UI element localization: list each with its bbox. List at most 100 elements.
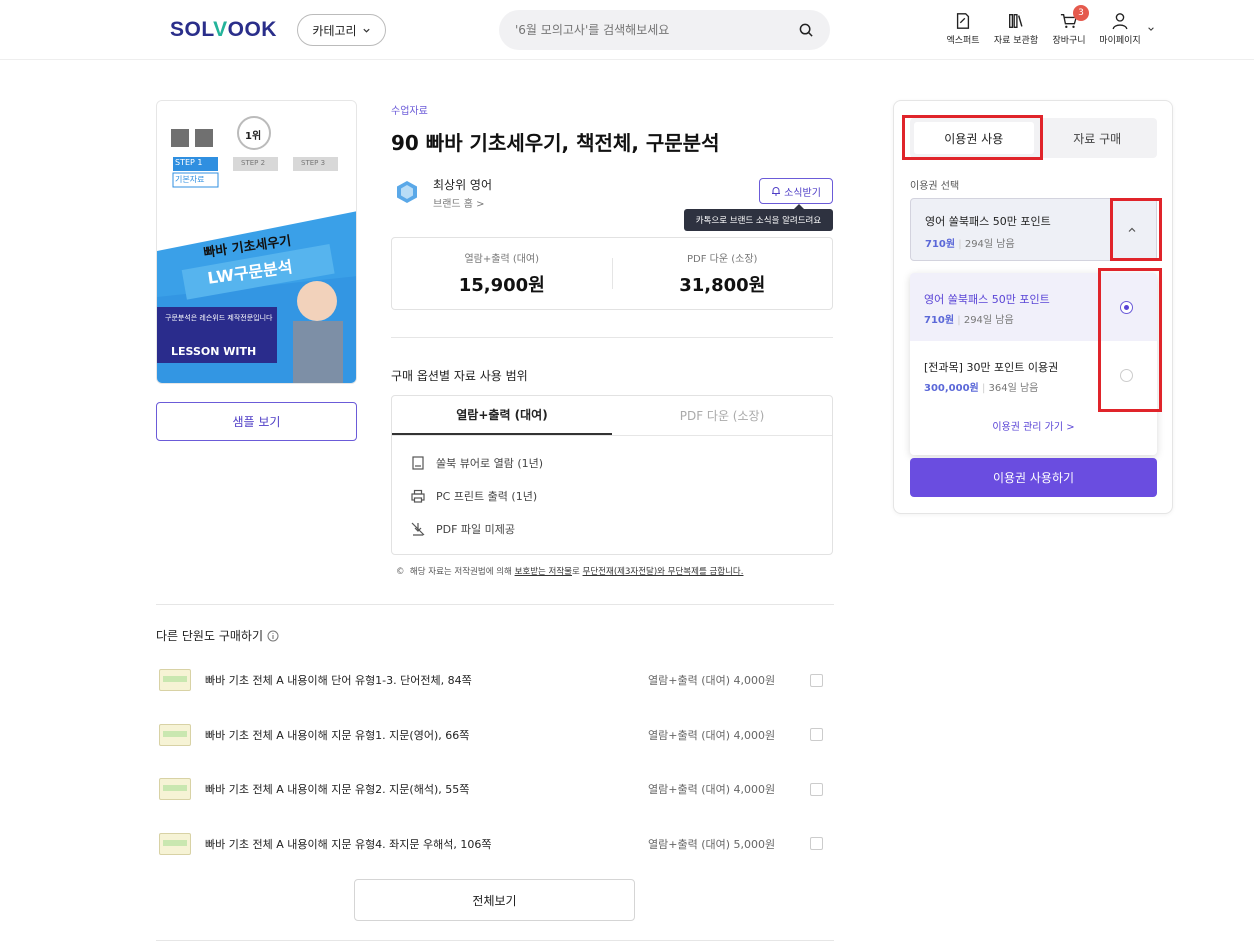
unit-checkbox[interactable] xyxy=(810,837,823,851)
logo-text-2: V xyxy=(213,18,228,41)
library-nav[interactable]: 자료 보관함 xyxy=(986,12,1046,46)
usage-range-title: 구매 옵션별 자료 사용 범위 xyxy=(391,369,528,383)
mypage-label: 마이페이지 xyxy=(1099,36,1141,46)
pass-option-1-points: 710원 xyxy=(924,315,955,326)
unit-name: 빠바 기초 전체 A 내용이해 지문 유형1. 지문(영어), 66쪽 xyxy=(205,728,470,742)
unit-thumbnail xyxy=(159,832,191,855)
cover-rank: 1위 xyxy=(245,131,262,142)
sample-view-button[interactable]: 샘플 보기 xyxy=(156,402,357,441)
chevron-down-icon[interactable] xyxy=(1147,25,1155,33)
selected-pass-meta: 710원 | 294일 남음 xyxy=(925,235,1015,250)
highlight-box-tab xyxy=(902,115,1043,160)
bell-icon xyxy=(772,187,781,196)
price-pdf: PDF 다운 (소장) 31,800원 xyxy=(613,238,833,309)
no-download-icon xyxy=(411,522,425,536)
brand-name[interactable]: 최상위 영어 xyxy=(433,176,492,193)
tab-pdf[interactable]: PDF 다운 (소장) xyxy=(612,396,832,435)
pass-option-2-name: [전과목] 30만 포인트 이용권 xyxy=(924,361,1059,374)
list-item[interactable]: 빠바 기초 전체 A 내용이해 지문 유형1. 지문(영어), 66쪽 열람+출… xyxy=(156,708,834,763)
copyright-text-1: 해당 자료는 저작권법에 의해 xyxy=(409,567,515,577)
unit-thumbnail xyxy=(159,669,191,692)
unit-price: 열람+출력 (대여) 4,000원 xyxy=(648,674,776,688)
unit-price: 열람+출력 (대여) 4,000원 xyxy=(648,728,776,742)
info-icon[interactable] xyxy=(267,630,279,642)
unit-checkbox[interactable] xyxy=(810,782,823,796)
unit-price: 열람+출력 (대여) 4,000원 xyxy=(648,783,776,797)
copyright-link-1[interactable]: 보호받는 저작물 xyxy=(515,567,572,577)
section-divider xyxy=(156,940,834,941)
usage-range-box: 열람+출력 (대여) PDF 다운 (소장) 쏠북 뷰어로 열람 (1년) PC… xyxy=(391,395,833,555)
usage-item-print-label: PC 프린트 출력 (1년) xyxy=(436,489,538,503)
logo-text-1: SOL xyxy=(170,18,214,41)
pass-select-label: 이용권 선택 xyxy=(910,181,960,192)
meta-separator: | xyxy=(981,383,986,394)
cover-brand-text: 구문분석은 레슨위드 제작전문입니다 xyxy=(165,314,273,322)
other-units-title: 다른 단원도 구매하기 xyxy=(156,627,279,644)
usage-item-viewer-label: 쏠북 뷰어로 열람 (1년) xyxy=(436,456,544,470)
list-item[interactable]: 빠바 기초 전체 A 내용이해 지문 유형2. 지문(해석), 55쪽 열람+출… xyxy=(156,762,834,817)
meta-separator: | xyxy=(958,239,962,250)
unit-name: 빠바 기초 전체 A 내용이해 단어 유형1-3. 단어전체, 84쪽 xyxy=(205,674,472,688)
category-label: 카테고리 xyxy=(312,23,357,38)
price-rental-value: 15,900원 xyxy=(458,275,545,296)
product-title: 90 빠바 기초세우기, 책전체, 구문분석 xyxy=(391,131,720,155)
chevron-down-icon xyxy=(362,28,370,33)
meta-separator: | xyxy=(957,315,961,326)
search-bar[interactable] xyxy=(499,10,830,50)
book-icon xyxy=(412,455,424,470)
cover-step2: STEP 2 xyxy=(241,159,266,167)
manage-pass-link[interactable]: 이용권 관리 가기 > xyxy=(910,418,1157,433)
usage-item-pdf-label: PDF 파일 미제공 xyxy=(436,522,516,536)
tab-buy-material[interactable]: 자료 구매 xyxy=(1038,118,1158,158)
price-rental: 열람+출력 (대여) 15,900원 xyxy=(392,238,612,309)
copyright-notice: © 해당 자료는 저작권법에 의해 보호받는 저작물로 무단전재(제3자전달)와… xyxy=(396,565,743,577)
highlight-box-radios xyxy=(1098,268,1162,412)
solvook-logo[interactable]: SOLVOOK xyxy=(170,18,277,42)
use-pass-button[interactable]: 이용권 사용하기 xyxy=(910,458,1157,497)
category-button[interactable]: 카테고리 xyxy=(297,14,386,46)
usage-item-pdf: PDF 파일 미제공 xyxy=(392,512,832,545)
unit-name: 빠바 기초 전체 A 내용이해 지문 유형4. 좌지문 우해석, 106쪽 xyxy=(205,837,492,851)
pass-option-2-points: 300,000원 xyxy=(924,383,979,394)
highlight-box-chevron xyxy=(1110,198,1162,261)
notify-label: 소식받기 xyxy=(784,187,821,199)
view-all-button[interactable]: 전체보기 xyxy=(354,879,635,921)
product-category[interactable]: 수업자료 xyxy=(391,102,428,117)
search-input[interactable] xyxy=(515,23,799,37)
unit-name: 빠바 기초 전체 A 내용이해 지문 유형2. 지문(해석), 55쪽 xyxy=(205,783,470,797)
unit-thumbnail xyxy=(159,778,191,801)
brand-logo-icon[interactable] xyxy=(395,180,419,204)
list-item[interactable]: 빠바 기초 전체 A 내용이해 단어 유형1-3. 단어전체, 84쪽 열람+출… xyxy=(156,653,834,708)
cover-lesson-with: LESSON WITH xyxy=(171,345,257,358)
tab-rental[interactable]: 열람+출력 (대여) xyxy=(392,396,612,435)
unit-checkbox[interactable] xyxy=(810,728,823,742)
brand-home-link[interactable]: 브랜드 홈 > xyxy=(433,195,485,210)
usage-range-tabs: 열람+출력 (대여) PDF 다운 (소장) xyxy=(392,396,832,436)
price-box: 열람+출력 (대여) 15,900원 PDF 다운 (소장) 31,800원 xyxy=(391,237,833,310)
notify-tooltip: 카톡으로 브랜드 소식을 알려드려요 xyxy=(684,204,833,231)
list-item[interactable]: 빠바 기초 전체 A 내용이해 지문 유형4. 좌지문 우해석, 106쪽 열람… xyxy=(156,817,834,872)
cart-count-badge: 3 xyxy=(1073,5,1089,21)
library-icon xyxy=(1009,14,1023,28)
logo-text-3: OOK xyxy=(227,18,277,41)
mypage-nav[interactable]: 마이페이지 xyxy=(1090,12,1150,46)
cover-step1: STEP 1 xyxy=(175,158,203,167)
purchase-panel: 이용권 사용 자료 구매 이용권 선택 영어 쏠북패스 50만 포인트 710원… xyxy=(893,100,1173,514)
pass-option-1-name: 영어 쏠북패스 50만 포인트 xyxy=(924,293,1050,306)
unit-checkbox[interactable] xyxy=(810,673,823,687)
copyright-link-2[interactable]: 무단전재(제3자전달)와 무단복제를 금합니다. xyxy=(583,567,744,577)
notify-button[interactable]: 소식받기 xyxy=(759,178,833,204)
expert-nav[interactable]: 엑스퍼트 xyxy=(933,12,993,46)
selected-pass-name: 영어 쏠북패스 50만 포인트 xyxy=(925,215,1051,228)
selected-pass-days: 294일 남음 xyxy=(964,239,1015,250)
pass-option-1-meta: 710원 | 294일 남음 xyxy=(924,311,1014,326)
section-divider xyxy=(156,604,834,605)
pass-option-2-meta: 300,000원 | 364일 남음 xyxy=(924,379,1038,394)
search-icon[interactable] xyxy=(799,23,814,38)
price-pdf-value: 31,800원 xyxy=(679,275,766,296)
cover-step1-sub: 기본자료 xyxy=(175,175,205,184)
copyright-icon: © xyxy=(396,567,405,577)
book-cover-image: STEP 1 기본자료 STEP 2 STEP 3 1위 빠바 기초세우기 LW… xyxy=(156,100,357,384)
usage-item-print: PC 프린트 출력 (1년) xyxy=(392,479,832,512)
usage-range-list: 쏠북 뷰어로 열람 (1년) PC 프린트 출력 (1년) PDF 파일 미제공 xyxy=(392,436,832,545)
